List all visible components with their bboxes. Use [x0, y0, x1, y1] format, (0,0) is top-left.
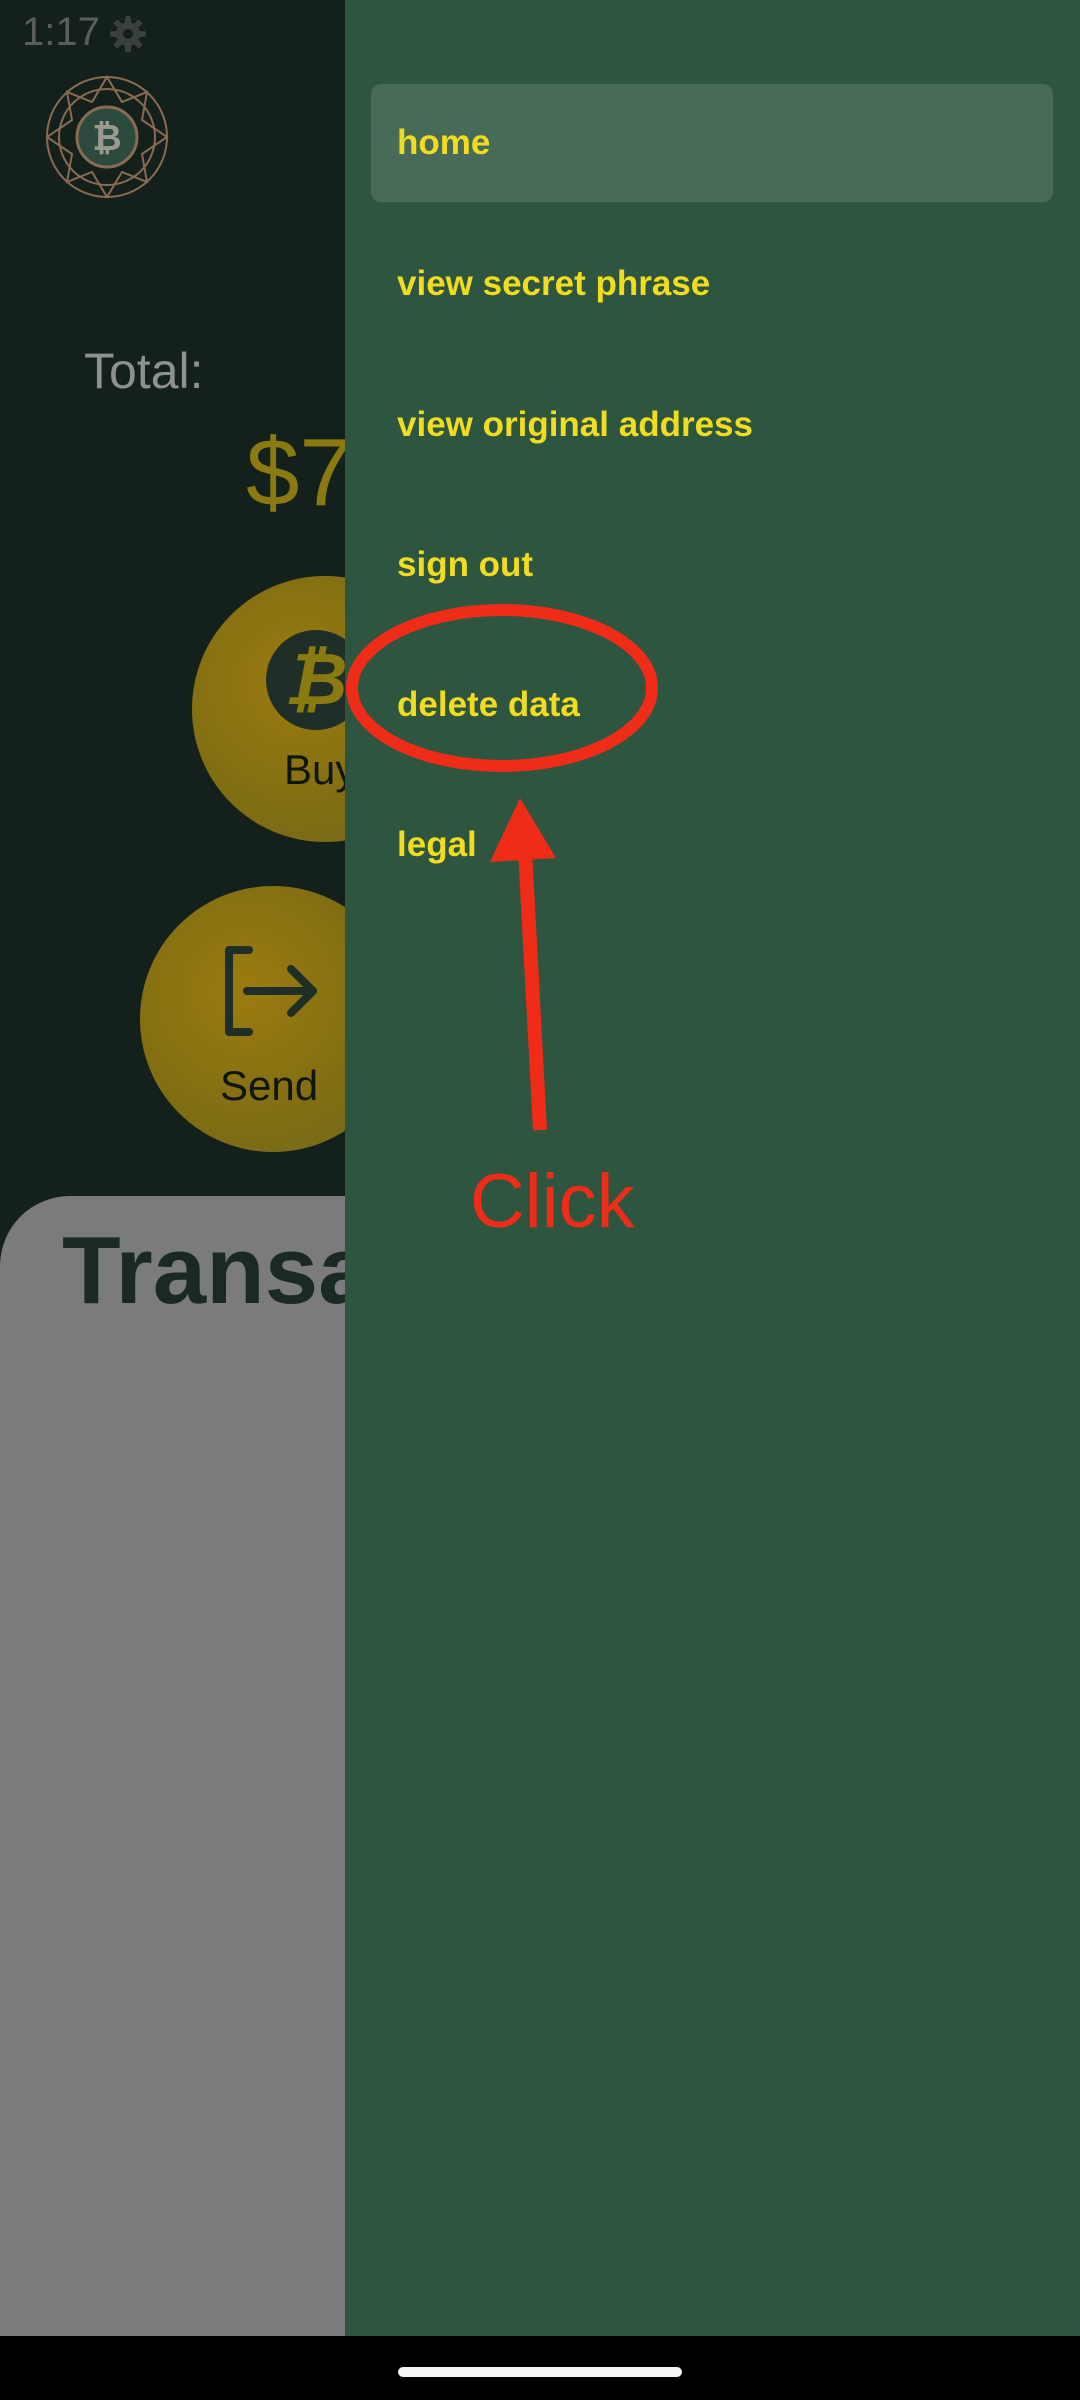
- drawer-item-view-original-address[interactable]: view original address: [371, 366, 1053, 484]
- drawer-item-legal[interactable]: legal: [371, 786, 1053, 904]
- drawer-item-delete-data[interactable]: delete data: [371, 646, 1053, 764]
- system-navigation-bar: [0, 2336, 1080, 2400]
- status-time: 1:17: [22, 10, 100, 54]
- drawer-item-home[interactable]: home: [371, 84, 1053, 202]
- transactions-title: Transa: [62, 1217, 372, 1324]
- navigation-drawer: home view secret phrase view original ad…: [345, 0, 1080, 2336]
- home-gesture-handle[interactable]: [398, 2367, 682, 2377]
- drawer-item-view-secret-phrase[interactable]: view secret phrase: [371, 225, 1053, 343]
- bitcoin-logo-icon[interactable]: ₿: [42, 72, 172, 202]
- send-label: Send: [220, 1062, 319, 1109]
- svg-text:₿: ₿: [92, 118, 121, 159]
- total-balance-value: $7: [246, 419, 353, 526]
- annotation-click-label: Click: [470, 1159, 635, 1244]
- drawer-item-sign-out[interactable]: sign out: [371, 506, 1053, 624]
- total-label: Total:: [84, 343, 204, 399]
- gear-icon: [110, 16, 146, 52]
- screen: ₿ Total: $7 ₿ Buy Send Transa 1:17 home …: [0, 0, 1080, 2400]
- send-exit-icon: [225, 946, 317, 1036]
